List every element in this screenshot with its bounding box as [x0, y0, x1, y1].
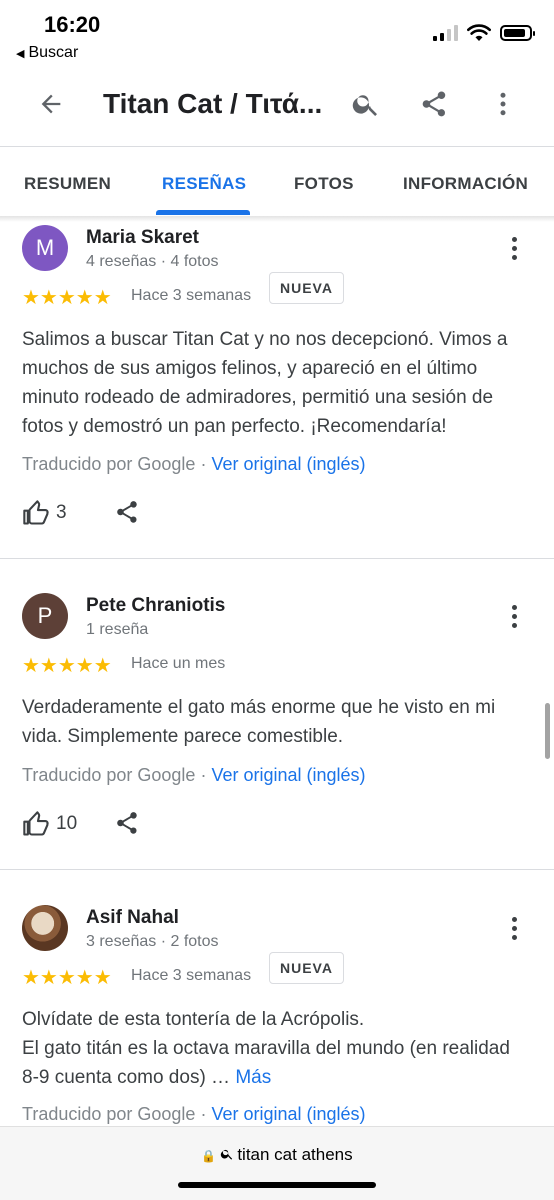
like-button[interactable]: 3 [22, 499, 67, 527]
review-more-button[interactable] [500, 911, 528, 945]
share-icon [117, 501, 137, 523]
like-count: 10 [56, 813, 78, 834]
review-separator [0, 558, 554, 559]
address-bar[interactable]: 🔒 titan cat athens [0, 1145, 554, 1165]
back-to-app-link[interactable]: ◀ Buscar [16, 44, 78, 62]
status-time: 16:20 [44, 12, 101, 37]
review-text-line: Olvídate de esta tontería de la Acrópoli… [22, 1009, 365, 1030]
translated-by-label: Traducido por Google [22, 1104, 196, 1124]
rating-stars: ★★★★★ [22, 287, 112, 309]
review-text-line: El gato titán es la octava maravilla del… [22, 1038, 510, 1088]
back-arrow-icon [41, 94, 61, 114]
review-more-button[interactable] [500, 231, 528, 265]
translated-by-label: Traducido por Google [22, 765, 196, 785]
status-bar: 16:20 ◀ Buscar [0, 0, 554, 68]
battery-icon [500, 25, 535, 41]
wifi-icon [467, 24, 491, 41]
tabs-shadow [0, 216, 554, 222]
search-icon [221, 1149, 233, 1160]
thumbs-up-icon [23, 500, 49, 525]
view-original-link[interactable]: Ver original (inglés) [211, 765, 365, 785]
review-time: Hace un mes [131, 655, 226, 672]
share-icon [422, 91, 446, 117]
active-tab-indicator [156, 210, 250, 215]
lock-icon: 🔒 [201, 1149, 217, 1163]
review-separator [0, 869, 554, 870]
thumbs-up-icon [23, 811, 49, 836]
cellular-signal-icon [433, 25, 458, 41]
review-text: Salimos a buscar Titan Cat y no nos dece… [22, 329, 508, 437]
app-bar: Titan Cat / Τιτά... [0, 72, 554, 142]
review-text: Olvídate de esta tontería de la Acrópoli… [22, 1005, 532, 1092]
address-text: titan cat athens [237, 1145, 353, 1164]
avatar[interactable] [22, 905, 68, 951]
avatar[interactable]: P [22, 593, 68, 639]
review-time: Hace 3 semanas [131, 287, 252, 304]
reviewer-meta: 1 reseña [86, 621, 149, 638]
tab-bar: RESUMEN RESEÑAS FOTOS INFORMACIÓN [0, 148, 554, 216]
reviewer-meta: 4 reseñas · 4 fotos [86, 253, 219, 270]
translation-note: Traducido por Google · Ver original (ing… [22, 1104, 366, 1124]
tab-resenas[interactable]: RESEÑAS [162, 174, 246, 194]
translated-by-label: Traducido por Google [22, 454, 196, 474]
review-share-button[interactable] [114, 499, 140, 530]
review-share-button[interactable] [114, 810, 140, 841]
scrollbar-thumb[interactable] [545, 703, 550, 759]
review-text: Verdaderamente el gato más enorme que he… [22, 697, 496, 747]
share-icon [117, 812, 137, 834]
tab-resumen[interactable]: RESUMEN [24, 174, 111, 194]
home-indicator[interactable] [178, 1182, 376, 1188]
new-badge: NUEVA [269, 952, 344, 984]
translation-note: Traducido por Google · Ver original (ing… [22, 765, 366, 785]
view-original-link[interactable]: Ver original (inglés) [211, 1104, 365, 1124]
new-badge: NUEVA [269, 272, 344, 304]
view-original-link[interactable]: Ver original (inglés) [211, 454, 365, 474]
back-app-label: Buscar [28, 44, 79, 61]
back-button[interactable] [29, 82, 73, 126]
tab-fotos[interactable]: FOTOS [294, 174, 354, 194]
translation-note: Traducido por Google · Ver original (ing… [22, 454, 366, 474]
reviewer-name[interactable]: Pete Chraniotis [86, 595, 225, 617]
page-title: Titan Cat / Τιτά... [103, 88, 323, 119]
browser-bottom-bar: 🔒 titan cat athens [0, 1126, 554, 1200]
more-link[interactable]: Más [235, 1067, 271, 1088]
search-button[interactable] [344, 82, 388, 126]
reviewer-name[interactable]: Maria Skaret [86, 227, 199, 249]
more-vert-icon [500, 92, 506, 116]
back-triangle-icon: ◀ [16, 48, 25, 60]
reviewer-meta: 3 reseñas · 2 fotos [86, 933, 219, 950]
review-more-button[interactable] [500, 599, 528, 633]
like-count: 3 [56, 502, 67, 523]
rating-stars: ★★★★★ [22, 967, 112, 989]
appbar-divider [0, 146, 554, 147]
more-options-button[interactable] [481, 82, 525, 126]
tab-informacion[interactable]: INFORMACIÓN [403, 174, 528, 194]
search-icon [352, 95, 377, 116]
share-button[interactable] [412, 82, 456, 126]
review-time: Hace 3 semanas [131, 967, 252, 984]
system-icons [433, 24, 535, 42]
avatar[interactable]: M [22, 225, 68, 271]
rating-stars: ★★★★★ [22, 655, 112, 677]
reviewer-name[interactable]: Asif Nahal [86, 907, 179, 929]
like-button[interactable]: 10 [22, 810, 77, 838]
